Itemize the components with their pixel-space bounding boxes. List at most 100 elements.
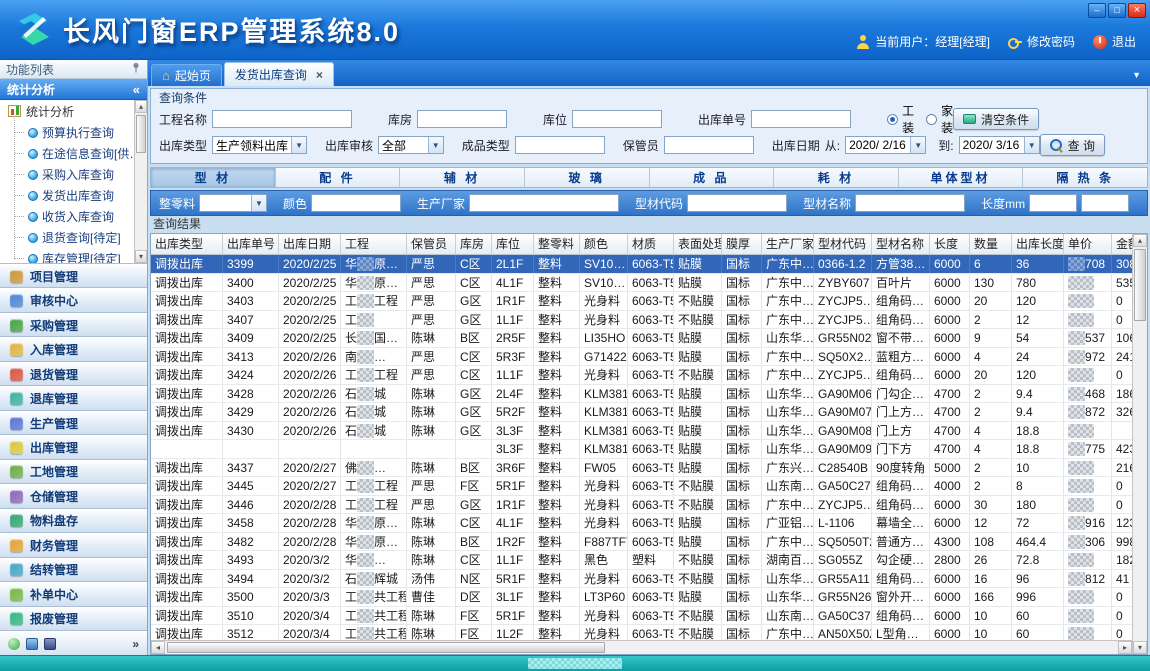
scrollbar-thumb[interactable] — [1134, 249, 1146, 321]
vertical-scrollbar[interactable]: ▴ ▾ — [1132, 234, 1147, 654]
column-header[interactable]: 材质 — [628, 234, 674, 254]
minimize-button[interactable]: – — [1088, 3, 1106, 18]
outbound-type-select[interactable]: 生产领料出库 ▼ — [212, 136, 307, 154]
date-to-picker[interactable]: 2020/ 3/16 ▼ — [959, 136, 1040, 154]
chevron-right-icon[interactable]: » — [132, 637, 139, 651]
horizontal-scrollbar[interactable]: ◂ ▸ — [151, 640, 1132, 654]
keeper-input[interactable] — [664, 136, 754, 154]
table-row[interactable]: 调拨出库34242020/2/26工▒▒工程严思C区1L1F整料光身料6063-… — [151, 366, 1132, 385]
length-from-input[interactable] — [1029, 194, 1077, 212]
column-header[interactable]: 膜厚 — [722, 234, 762, 254]
tree-item[interactable]: 收货入库查询 — [0, 206, 147, 227]
material-tab-7[interactable]: 单体型材 — [899, 168, 1024, 187]
profile-code-input[interactable] — [687, 194, 787, 212]
scroll-left-icon[interactable]: ◂ — [151, 641, 165, 654]
warehouse-input[interactable] — [417, 110, 507, 128]
column-header[interactable]: 工程 — [341, 234, 407, 254]
scrollbar-thumb[interactable] — [136, 115, 146, 153]
sidebar-item-10[interactable]: 仓储管理 — [0, 484, 147, 508]
table-row[interactable]: 调拨出库34292020/2/26石▒▒城陈琳G区5R2F整料KLM381760… — [151, 403, 1132, 422]
scrollbar-track[interactable] — [135, 113, 147, 250]
tab-close-icon[interactable]: × — [316, 68, 323, 82]
project-name-input[interactable] — [212, 110, 352, 128]
table-row[interactable]: 调拨出库34822020/2/28华▒▒原…陈琳B区1R2F整料F887TFT6… — [151, 533, 1132, 552]
column-header[interactable]: 数量 — [970, 234, 1012, 254]
scrollbar-track[interactable] — [1133, 247, 1147, 641]
tree-item[interactable]: 发货出库查询 — [0, 185, 147, 206]
material-tab-1[interactable]: 型 材 — [151, 168, 276, 187]
tab-shipment-outbound-query[interactable]: 发货出库查询 × — [224, 62, 334, 86]
save-icon[interactable] — [44, 638, 56, 650]
radio-work-clothes[interactable]: 工装 — [887, 102, 914, 136]
close-button[interactable]: × — [1128, 3, 1146, 18]
sidebar-item-1[interactable]: 项目管理 — [0, 264, 147, 288]
tree-item[interactable]: 退货查询[待定] — [0, 227, 147, 248]
material-tab-4[interactable]: 玻 璃 — [525, 168, 650, 187]
column-header[interactable]: 单价 — [1064, 234, 1112, 254]
sidebar-item-8[interactable]: 出库管理 — [0, 435, 147, 459]
radio-home-decor[interactable]: 家装 — [926, 102, 953, 136]
scroll-down-icon[interactable]: ▾ — [135, 250, 147, 263]
tree-item[interactable]: 在途信息查询[供… — [0, 143, 147, 164]
profile-name-input[interactable] — [855, 194, 965, 212]
scrollbar-thumb[interactable] — [167, 642, 605, 653]
sidebar-item-13[interactable]: 结转管理 — [0, 558, 147, 582]
column-header[interactable]: 颜色 — [580, 234, 628, 254]
change-password-link[interactable]: 修改密码 — [1008, 33, 1075, 50]
table-row[interactable]: 调拨出库34582020/2/28华▒▒原…陈琳C区4L1F整料光身料6063-… — [151, 514, 1132, 533]
tree-scrollbar[interactable]: ▴ ▾ — [134, 100, 147, 263]
tree-item[interactable]: 采购入库查询 — [0, 164, 147, 185]
tab-list-dropdown-icon[interactable]: ▼ — [1132, 70, 1150, 86]
whole-piece-select[interactable]: 全部 ▼ — [199, 194, 267, 212]
collapse-icon[interactable]: « — [133, 82, 140, 97]
table-row[interactable]: 调拨出库34282020/2/26石▒▒城陈琳G区2L4F整料KLM381760… — [151, 385, 1132, 404]
pin-icon[interactable] — [131, 62, 141, 76]
column-header[interactable]: 型材代码 — [814, 234, 872, 254]
sidebar-item-5[interactable]: 退货管理 — [0, 362, 147, 386]
material-tab-5[interactable]: 成 品 — [650, 168, 775, 187]
table-row[interactable]: 调拨出库34302020/2/26石▒▒城陈琳G区3L3F整料KLM381760… — [151, 422, 1132, 441]
table-row[interactable]: 调拨出库35002020/3/3工▒▒共工程曹佳D区3L1F整料LT3P6060… — [151, 588, 1132, 607]
column-header[interactable]: 型材名称 — [872, 234, 930, 254]
table-row[interactable]: 调拨出库34092020/2/25长▒▒国…陈琳B区2R5F整料LI35HO60… — [151, 329, 1132, 348]
table-row[interactable]: 调拨出库34452020/2/27工▒▒工程严思F区5R1F整料光身料6063-… — [151, 477, 1132, 496]
sidebar-item-6[interactable]: 退库管理 — [0, 386, 147, 410]
sidebar-item-15[interactable]: 报废管理 — [0, 607, 147, 631]
table-row[interactable]: 3L3F整料KLM38176063-T5贴膜国标山东华…GA90M09…门下方4… — [151, 440, 1132, 459]
outbound-order-input[interactable] — [751, 110, 851, 128]
column-header[interactable]: 出库类型 — [151, 234, 223, 254]
material-tab-8[interactable]: 隔 热 条 — [1023, 168, 1147, 187]
maximize-button[interactable]: □ — [1108, 3, 1126, 18]
date-from-picker[interactable]: 2020/ 2/16 ▼ — [845, 136, 926, 154]
scroll-up-icon[interactable]: ▴ — [135, 100, 147, 113]
column-header[interactable]: 出库单号 — [223, 234, 279, 254]
column-header[interactable]: 表面处理 — [674, 234, 722, 254]
sidebar-item-4[interactable]: 入库管理 — [0, 337, 147, 361]
table-row[interactable]: 调拨出库34002020/2/25华▒▒原…严思C区4L1F整料SV10…606… — [151, 274, 1132, 293]
sidebar-item-7[interactable]: 生产管理 — [0, 411, 147, 435]
column-header[interactable]: 长度 — [930, 234, 970, 254]
scroll-up-icon[interactable]: ▴ — [1133, 234, 1147, 247]
product-type-input[interactable] — [515, 136, 605, 154]
table-row[interactable]: 调拨出库34132020/2/26南▒▒…严思C区5R3F整料G71422606… — [151, 348, 1132, 367]
table-row[interactable]: 调拨出库34372020/2/27佛▒▒…陈琳B区3R6F整料FW056063-… — [151, 459, 1132, 478]
manufacturer-input[interactable] — [469, 194, 619, 212]
tab-home[interactable]: ⌂ 起始页 — [151, 64, 222, 86]
sidebar-item-3[interactable]: 采购管理 — [0, 313, 147, 337]
clear-conditions-button[interactable]: 清空条件 — [953, 108, 1039, 130]
material-tab-6[interactable]: 耗 材 — [774, 168, 899, 187]
logout-link[interactable]: 退出 — [1093, 33, 1136, 50]
outbound-audit-select[interactable]: 全部 ▼ — [378, 136, 444, 154]
table-row[interactable]: 调拨出库34932020/3/2华▒▒…陈琳C区1L1F整料黑色塑料不贴膜国标湖… — [151, 551, 1132, 570]
color-input[interactable] — [311, 194, 401, 212]
tree-item[interactable]: 预算执行查询 — [0, 122, 147, 143]
column-header[interactable]: 生产厂家 — [762, 234, 814, 254]
scroll-down-icon[interactable]: ▾ — [1133, 641, 1147, 654]
column-header[interactable]: 出库日期 — [279, 234, 341, 254]
column-header[interactable]: 库位 — [492, 234, 534, 254]
table-row[interactable]: 调拨出库35122020/3/4工▒▒共工程陈琳F区1L2F整料光身料6063-… — [151, 625, 1132, 640]
column-header[interactable]: 整零料 — [534, 234, 580, 254]
length-to-input[interactable] — [1081, 194, 1129, 212]
window-panel-icon[interactable] — [26, 638, 38, 650]
column-header[interactable]: 库房 — [456, 234, 492, 254]
